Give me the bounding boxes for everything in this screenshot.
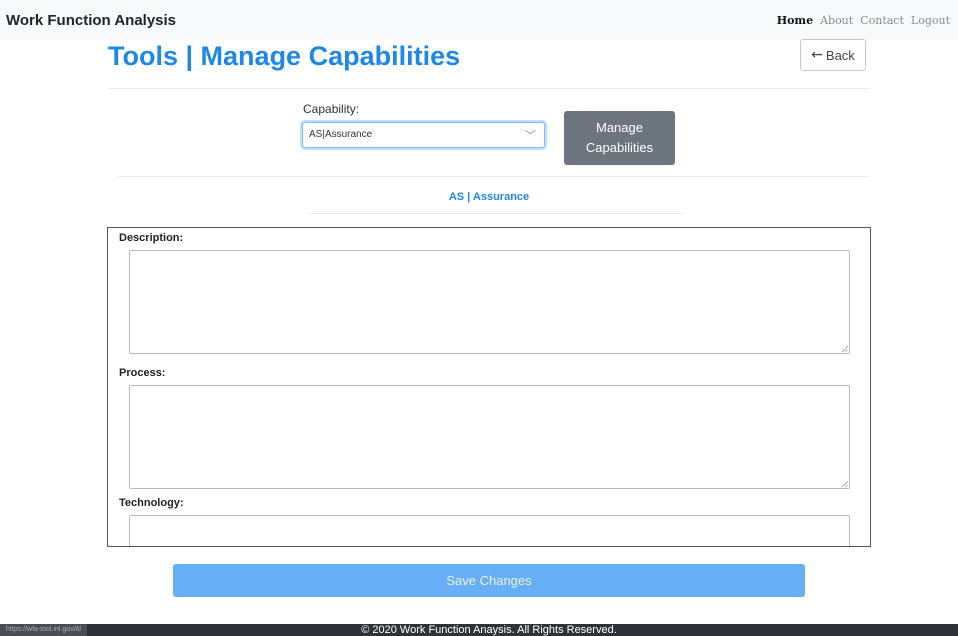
- manage-capabilities-button[interactable]: Manage Capabilities: [564, 111, 675, 165]
- nav-link-contact[interactable]: Contact: [860, 14, 904, 27]
- nav-link-logout[interactable]: Logout: [911, 14, 950, 27]
- top-navbar: Work Function Analysis Home About Contac…: [0, 0, 958, 40]
- section-heading: AS | Assurance: [448, 191, 530, 203]
- capability-form: Description: Process: Technology:: [107, 227, 871, 547]
- process-label: Process:: [119, 367, 166, 379]
- divider: [310, 213, 682, 214]
- footer: © 2020 Work Function Anaysis. All Rights…: [0, 624, 958, 636]
- resize-grip-icon[interactable]: [842, 346, 848, 352]
- back-button[interactable]: ← Back: [800, 39, 866, 71]
- divider: [108, 88, 870, 89]
- nav-link-about[interactable]: About: [820, 14, 853, 27]
- save-changes-button[interactable]: Save Changes: [173, 564, 805, 597]
- brand-title[interactable]: Work Function Analysis: [6, 12, 176, 29]
- page-title: Tools | Manage Capabilities: [108, 41, 461, 71]
- nav-links: Home About Contact Logout: [777, 14, 950, 27]
- capability-select-value: AS|Assurance: [309, 129, 373, 140]
- left-arrow-icon: ←: [811, 47, 823, 63]
- nav-link-home[interactable]: Home: [777, 14, 813, 27]
- description-textarea[interactable]: [129, 250, 850, 354]
- process-textarea[interactable]: [129, 385, 850, 489]
- technology-textarea[interactable]: [129, 515, 850, 546]
- capability-label: Capability:: [303, 102, 360, 116]
- footer-copyright: © 2020 Work Function Anaysis. All Rights…: [361, 624, 617, 636]
- technology-label: Technology:: [119, 497, 184, 509]
- chevron-down-icon: ﹀: [525, 130, 536, 142]
- status-bar-url: https://wfa-tool.inl.gov/#/: [0, 624, 88, 636]
- back-button-label: Back: [825, 47, 855, 63]
- description-label: Description:: [119, 232, 184, 244]
- resize-grip-icon[interactable]: [842, 481, 848, 487]
- capability-select[interactable]: AS|Assurance ﹀: [302, 122, 545, 148]
- divider: [118, 176, 868, 177]
